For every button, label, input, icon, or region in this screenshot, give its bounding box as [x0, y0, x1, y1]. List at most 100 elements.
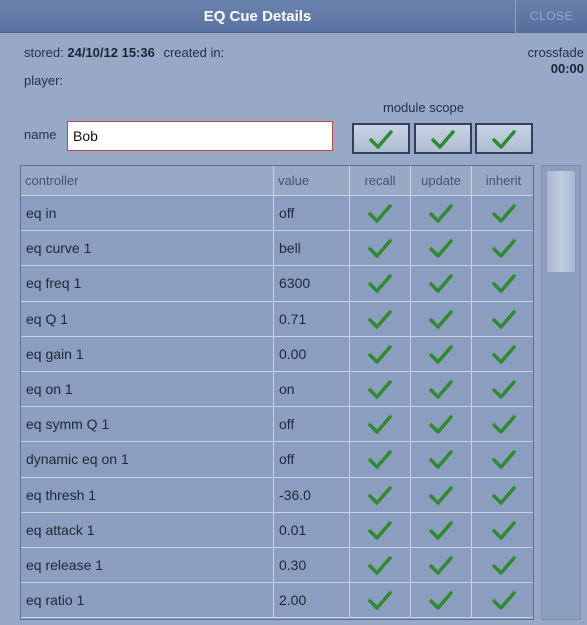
- column-header-inherit: inherit: [472, 166, 533, 196]
- update-checkbox[interactable]: [411, 266, 472, 302]
- controller-name: eq freq 1: [21, 266, 274, 302]
- checkmark-icon: [491, 556, 516, 575]
- recall-checkbox[interactable]: [350, 266, 411, 302]
- inherit-checkbox[interactable]: [472, 336, 533, 372]
- checkmark-icon: [491, 591, 516, 611]
- recall-checkbox[interactable]: [350, 583, 411, 619]
- checkmark-icon: [429, 204, 453, 223]
- checkmark-icon: [368, 415, 392, 435]
- table-row: eq gain 1 0.00: [21, 336, 533, 372]
- recall-checkbox[interactable]: [350, 548, 411, 584]
- update-checkbox[interactable]: [411, 407, 472, 443]
- checkmark-icon: [368, 274, 392, 294]
- controller-value: 0.00: [274, 336, 350, 372]
- crossfade-label: crossfade: [527, 45, 584, 60]
- checkmark-icon: [429, 380, 453, 399]
- controller-name: dynamic eq on 1: [21, 442, 274, 478]
- checkmark-icon: [368, 521, 392, 540]
- checkmark-icon: [491, 204, 516, 223]
- controller-name: eq symm Q 1: [21, 407, 274, 443]
- table-row: eq curve 1 bell: [21, 231, 533, 267]
- update-checkbox[interactable]: [411, 442, 472, 478]
- recall-checkbox[interactable]: [350, 442, 411, 478]
- controller-value: off: [274, 407, 350, 443]
- checkmark-icon: [368, 204, 392, 223]
- vertical-scrollbar[interactable]: [541, 165, 581, 620]
- recall-checkbox[interactable]: [350, 196, 411, 232]
- close-button[interactable]: CLOSE: [515, 0, 587, 33]
- update-checkbox[interactable]: [411, 196, 472, 232]
- update-checkbox[interactable]: [411, 336, 472, 372]
- controller-value: on: [274, 372, 350, 408]
- checkmark-icon: [368, 485, 392, 505]
- checkmark-icon: [491, 450, 516, 470]
- recall-checkbox[interactable]: [350, 372, 411, 408]
- controller-name: eq ratio 1: [21, 583, 274, 619]
- update-checkbox[interactable]: [411, 372, 472, 408]
- checkmark-icon: [429, 485, 453, 505]
- checkmark-icon: [491, 239, 516, 259]
- crossfade: crossfade 00:00: [528, 45, 584, 77]
- update-checkbox[interactable]: [411, 231, 472, 267]
- checkmark-icon: [431, 129, 455, 149]
- module-scope-inherit-toggle[interactable]: [475, 123, 533, 154]
- update-checkbox[interactable]: [411, 583, 472, 619]
- stored-info: stored: 24/10/12 15:36 created in:: [24, 45, 224, 60]
- update-checkbox[interactable]: [411, 512, 472, 548]
- controller-value: off: [274, 442, 350, 478]
- update-checkbox[interactable]: [411, 548, 472, 584]
- recall-checkbox[interactable]: [350, 407, 411, 443]
- inherit-checkbox[interactable]: [472, 477, 533, 513]
- inherit-checkbox[interactable]: [472, 407, 533, 443]
- recall-checkbox[interactable]: [350, 477, 411, 513]
- checkmark-icon: [429, 345, 453, 364]
- controller-value: bell: [274, 231, 350, 267]
- controller-name: eq curve 1: [21, 231, 274, 267]
- table-row: eq freq 1 6300: [21, 266, 533, 302]
- inherit-checkbox[interactable]: [472, 266, 533, 302]
- update-checkbox[interactable]: [411, 301, 472, 337]
- controller-name: eq Q 1: [21, 301, 274, 337]
- checkmark-icon: [491, 521, 516, 540]
- controller-value: 6300: [274, 266, 350, 302]
- controller-value: 0.71: [274, 301, 350, 337]
- title-bar: EQ Cue Details CLOSE: [0, 0, 587, 33]
- inherit-checkbox[interactable]: [472, 372, 533, 408]
- module-scope-label: module scope: [383, 100, 464, 115]
- controller-name: eq thresh 1: [21, 477, 274, 513]
- recall-checkbox[interactable]: [350, 336, 411, 372]
- inherit-checkbox[interactable]: [472, 548, 533, 584]
- checkmark-icon: [368, 591, 392, 611]
- inherit-checkbox[interactable]: [472, 512, 533, 548]
- checkmark-icon: [368, 345, 392, 364]
- recall-checkbox[interactable]: [350, 301, 411, 337]
- column-header-value: value: [274, 166, 350, 196]
- inherit-checkbox[interactable]: [472, 301, 533, 337]
- inherit-checkbox[interactable]: [472, 583, 533, 619]
- checkmark-icon: [368, 380, 392, 399]
- table-row: eq thresh 1 -36.0: [21, 477, 533, 513]
- name-input[interactable]: [67, 121, 333, 151]
- checkmark-icon: [492, 129, 516, 149]
- controller-name: eq attack 1: [21, 512, 274, 548]
- recall-checkbox[interactable]: [350, 231, 411, 267]
- controller-name: eq on 1: [21, 372, 274, 408]
- module-scope-recall-toggle[interactable]: [352, 123, 410, 154]
- scrollbar-thumb[interactable]: [546, 170, 576, 273]
- table-row: eq ratio 1 2.00: [21, 583, 533, 619]
- update-checkbox[interactable]: [411, 477, 472, 513]
- inherit-checkbox[interactable]: [472, 196, 533, 232]
- table-row: eq on 1 on: [21, 372, 533, 408]
- stored-value: 24/10/12 15:36: [67, 45, 155, 60]
- module-scope-update-toggle[interactable]: [414, 123, 472, 154]
- controller-value: -36.0: [274, 477, 350, 513]
- inherit-checkbox[interactable]: [472, 231, 533, 267]
- controller-value: off: [274, 196, 350, 232]
- inherit-checkbox[interactable]: [472, 442, 533, 478]
- controller-name: eq in: [21, 196, 274, 232]
- controller-value: 0.30: [274, 548, 350, 584]
- column-header-update: update: [411, 166, 472, 196]
- recall-checkbox[interactable]: [350, 512, 411, 548]
- created-in-label: created in:: [163, 45, 225, 60]
- crossfade-value: 00:00: [550, 61, 584, 76]
